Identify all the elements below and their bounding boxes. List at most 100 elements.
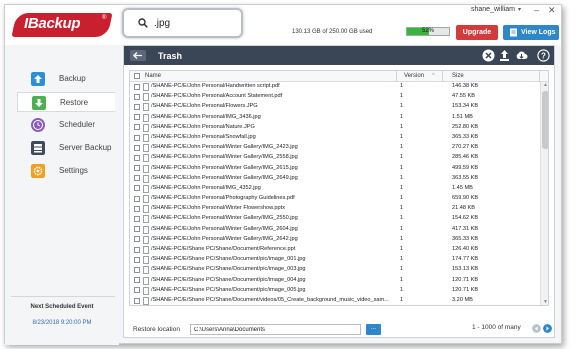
row-checkbox[interactable]: [134, 185, 140, 192]
table-row[interactable]: /SHANE-PC/E/Shane PC/Shane/Document/vide…: [130, 296, 540, 305]
row-checkbox[interactable]: [134, 144, 140, 151]
restore-location-input[interactable]: [190, 324, 361, 335]
table-row[interactable]: /SHANE-PC/E/John Personal/Snowfall.jpg 1 3…: [130, 133, 540, 143]
table-row[interactable]: /SHANE-PC/E/John Personal/Account Statem…: [130, 92, 540, 102]
file-icon: [143, 215, 149, 224]
browse-button[interactable]: ...: [366, 324, 381, 335]
next-page-icon[interactable]: [543, 324, 552, 333]
file-icon: [143, 296, 149, 305]
table-row[interactable]: /SHANE-PC/E/John Personal/Winter Gallery…: [130, 214, 540, 224]
row-checkbox[interactable]: [134, 83, 140, 90]
restore-upload-icon[interactable]: [498, 49, 511, 62]
table-row[interactable]: /SHANE-PC/E/Shane PC/Shane/Document/pic/…: [130, 265, 540, 275]
column-header-size[interactable]: Size: [452, 73, 464, 79]
table-row[interactable]: /SHANE-PC/E/Shane PC/Shane/Document/pic/…: [130, 276, 540, 286]
file-icon: [143, 174, 149, 183]
ibackup-logo: IBackup ®: [11, 13, 113, 37]
column-header-name[interactable]: Name: [145, 73, 161, 79]
cell-version: 1: [400, 164, 404, 171]
search-box[interactable]: [122, 8, 243, 38]
cell-file-name: /SHANE-PC/E/John Personal/Winter Gallery…: [151, 174, 298, 181]
row-checkbox[interactable]: [134, 266, 140, 273]
settings-icon: [31, 164, 45, 178]
table-row[interactable]: /SHANE-PC/E/John Personal/Photography Gu…: [130, 194, 540, 204]
row-checkbox[interactable]: [134, 93, 140, 100]
row-checkbox[interactable]: [134, 114, 140, 121]
delete-icon[interactable]: [482, 49, 495, 62]
help-icon[interactable]: ?: [537, 49, 550, 62]
vertical-scrollbar[interactable]: ▲ ▼: [540, 82, 548, 305]
table-row[interactable]: /SHANE-PC/E/John Personal/IMG_4352.jpg 1 1…: [130, 184, 540, 194]
row-checkbox[interactable]: [134, 287, 140, 294]
sidebar-item-restore[interactable]: Restore: [17, 92, 115, 112]
sidebar-item-label: Scheduler: [59, 120, 96, 129]
table-row[interactable]: /SHANE-PC/E/Shane PC/Shane/Document/pic/…: [130, 286, 540, 296]
file-icon: [143, 266, 149, 275]
upgrade-button[interactable]: Upgrade: [456, 25, 498, 40]
table-row[interactable]: /SHANE-PC/E/John Personal/Winter Gallery…: [130, 174, 540, 184]
sidebar-item-server-backup[interactable]: Server Backup: [19, 138, 117, 158]
file-icon: [143, 184, 149, 193]
column-header-version[interactable]: Version: [404, 73, 424, 79]
table-row[interactable]: /SHANE-PC/E/John Personal/Flowers.JPG 1 15…: [130, 102, 540, 112]
row-checkbox[interactable]: [134, 236, 140, 243]
next-scheduled-event-title: Next Scheduled Event: [30, 304, 94, 310]
cell-version: 1: [400, 154, 404, 161]
chevron-down-icon[interactable]: ▾: [518, 6, 521, 13]
row-checkbox[interactable]: [134, 297, 140, 304]
select-all-checkbox[interactable]: [134, 73, 140, 79]
table-row[interactable]: /SHANE-PC/E/John Personal/Winter Gallery…: [130, 225, 540, 235]
table-row[interactable]: /SHANE-PC/E/John Personal/Winter Gallery…: [130, 164, 540, 174]
next-scheduled-event-time[interactable]: 8/23/2018 9:20:00 PM: [5, 320, 119, 326]
cell-file-name: /SHANE-PC/E/John Personal/Flowers.JPG: [151, 103, 258, 110]
row-checkbox[interactable]: [134, 175, 140, 182]
sidebar-item-label: Backup: [59, 74, 86, 83]
sidebar-item-scheduler[interactable]: Scheduler: [19, 115, 117, 135]
file-icon: [143, 195, 149, 204]
scroll-up-icon[interactable]: ▲: [542, 82, 548, 89]
table-row[interactable]: /SHANE-PC/E/John Personal/Winter Gallery…: [130, 235, 540, 245]
scroll-down-icon[interactable]: ▼: [542, 299, 548, 305]
row-checkbox[interactable]: [134, 256, 140, 263]
close-button[interactable]: ✕: [548, 5, 556, 16]
table-row[interactable]: /SHANE-PC/E/Shane PC/Shane/Document/pic/…: [130, 255, 540, 265]
table-row[interactable]: /SHANE-PC/E/Shane PC/Shane/Document/Refe…: [130, 245, 540, 255]
logs-icon: [510, 28, 517, 37]
scroll-thumb[interactable]: [542, 91, 548, 149]
user-name[interactable]: shane_william: [471, 6, 515, 13]
cell-size: 21.48 KB: [452, 205, 476, 212]
back-button[interactable]: [130, 50, 146, 61]
table-row[interactable]: /SHANE-PC/E/John Personal/IMG_3436.jpg 1 1…: [130, 113, 540, 123]
row-checkbox[interactable]: [134, 246, 140, 253]
table-row[interactable]: /SHANE-PC/E/John Personal/Winter Flowers…: [130, 204, 540, 214]
table-row[interactable]: /SHANE-PC/E/John Personal/Winter Gallery…: [130, 153, 540, 163]
cell-size: 146.38 KB: [452, 83, 479, 89]
cloud-download-icon[interactable]: [515, 49, 528, 62]
row-checkbox[interactable]: [134, 226, 140, 233]
row-checkbox[interactable]: [134, 205, 140, 212]
cell-version: 1: [400, 205, 404, 212]
table-row[interactable]: /SHANE-PC/E/John Personal/Winter Gallery…: [130, 143, 540, 153]
row-checkbox[interactable]: [134, 216, 140, 223]
cell-size: 3.20 MB: [452, 296, 473, 303]
file-icon: [143, 205, 149, 214]
table-row[interactable]: /SHANE-PC/E/John Personal/Nature.JPG 1 252…: [130, 123, 540, 133]
view-logs-button[interactable]: View Logs: [503, 25, 559, 40]
row-checkbox[interactable]: [134, 124, 140, 131]
table-row[interactable]: /SHANE-PC/E/John Personal/Handwritten sc…: [130, 82, 540, 92]
row-checkbox[interactable]: [134, 165, 140, 172]
sidebar-item-settings[interactable]: Settings: [19, 161, 117, 181]
search-input[interactable]: [154, 16, 234, 30]
cell-size: 1.51 MB: [452, 113, 473, 120]
cell-size: 417.31 KB: [452, 225, 479, 232]
row-checkbox[interactable]: [134, 154, 140, 161]
row-checkbox[interactable]: [134, 134, 140, 141]
cell-size: 153.13 KB: [452, 266, 479, 273]
row-checkbox[interactable]: [134, 277, 140, 284]
row-checkbox[interactable]: [134, 195, 140, 202]
cell-size: 285.46 KB: [452, 154, 479, 161]
minimize-button[interactable]: –: [534, 5, 539, 15]
previous-page-icon[interactable]: [532, 324, 541, 333]
sidebar-item-backup[interactable]: Backup: [19, 69, 117, 89]
row-checkbox[interactable]: [134, 103, 140, 110]
